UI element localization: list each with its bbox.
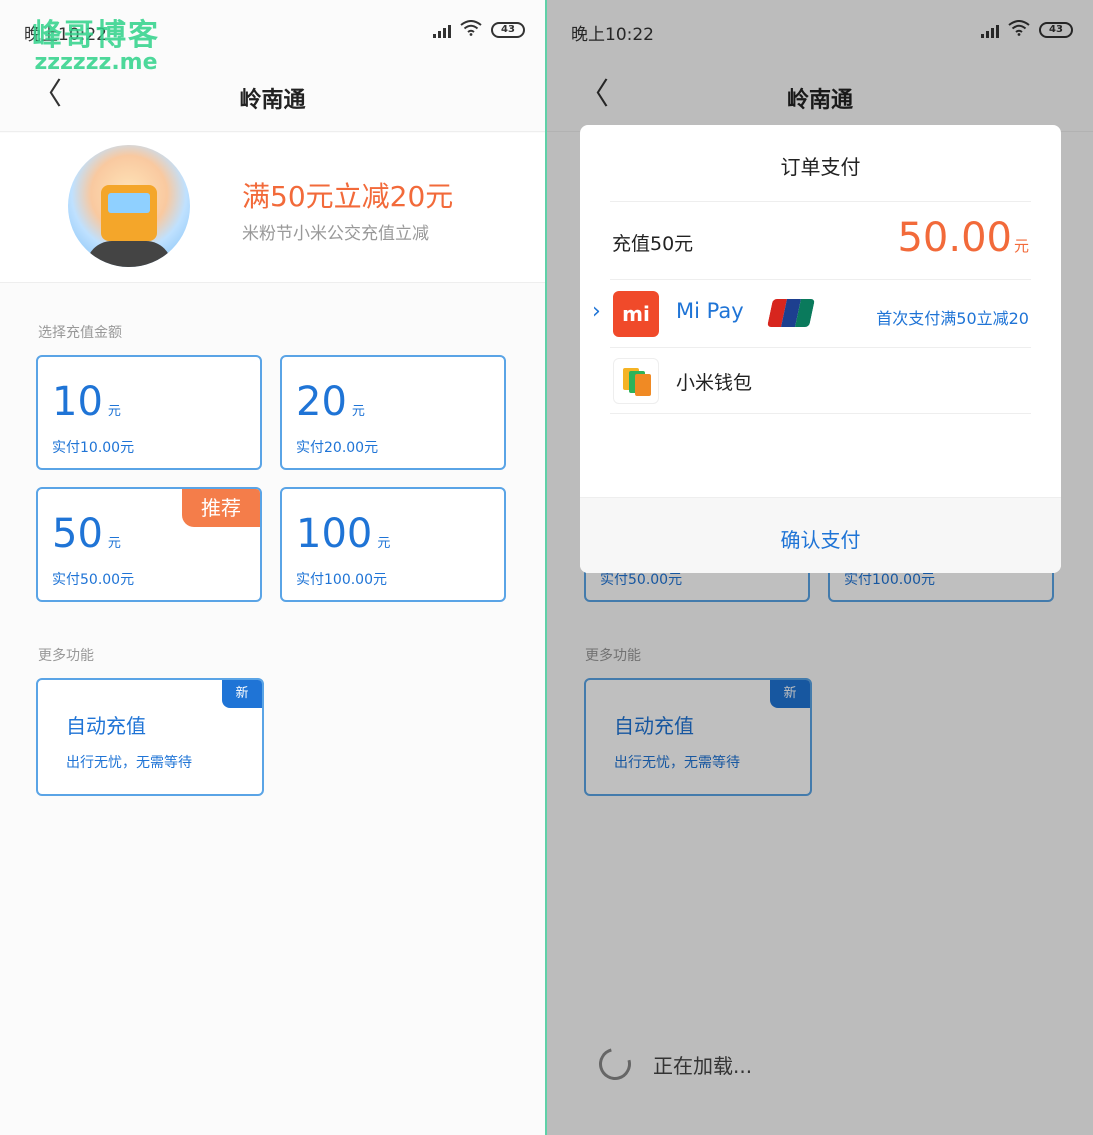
watermark-text: 峰哥博客: [32, 18, 160, 53]
charge-amount: 50.00 元: [897, 215, 1029, 261]
amount-value: 50元: [52, 511, 121, 557]
payment-method-wallet[interactable]: 小米钱包: [580, 348, 1061, 414]
new-badge: 新: [222, 680, 262, 708]
status-icons: 43: [433, 20, 525, 40]
auto-recharge-card[interactable]: 新 自动充值 出行无忧，无需等待: [36, 678, 264, 796]
signal-icon: [433, 22, 451, 38]
bus-illustration: [68, 145, 190, 267]
road-shape: [86, 241, 172, 267]
wifi-icon: [460, 20, 482, 40]
payment-method-name: Mi Pay: [676, 299, 744, 323]
page-title: 岭南通: [239, 88, 306, 113]
banner-subtitle: 米粉节小米公交充值立减: [242, 224, 429, 244]
recommend-badge: 推荐: [182, 489, 260, 527]
confirm-pay-button[interactable]: 确认支付: [580, 524, 1061, 553]
dialog-title: 订单支付: [780, 155, 861, 179]
selected-chevron-icon: ›: [592, 299, 601, 324]
loading-text: 正在加载...: [653, 1053, 753, 1078]
amount-value: 20 元: [296, 379, 365, 425]
payment-promo: 首次支付满50立减20: [876, 309, 1029, 328]
auto-recharge-subtitle: 出行无忧，无需等待: [66, 755, 192, 771]
watermark-url: zzzzzz.me: [34, 50, 158, 75]
amount-value: 100元: [296, 511, 391, 557]
banner-title: 满50元立减20元: [242, 180, 454, 213]
watermark: 峰哥博客 zzzzzz.me: [32, 10, 160, 75]
amount-card-20[interactable]: 20 元 实付20.00元: [280, 355, 506, 470]
spinner-icon: [593, 1042, 637, 1086]
charge-item-label: 充值50元: [612, 233, 694, 255]
amount-value: 10 元: [52, 379, 121, 425]
divider: [610, 201, 1031, 202]
loading-indicator: 正在加载...: [593, 1042, 753, 1086]
mi-logo-icon: mi: [613, 291, 659, 337]
bus-icon: [101, 185, 157, 241]
amount-pay: 实付10.00元: [52, 440, 135, 456]
unionpay-icon: [767, 299, 815, 327]
right-screen: 晚上10:22 43 〈 岭南通 50元 实付50.00元 100元 实付100…: [547, 0, 1093, 1135]
amount-card-10[interactable]: 10 元 实付10.00元: [36, 355, 262, 470]
left-screen: 峰哥博客 zzzzzz.me 晚上10:22 43 〈 岭南通 满50元立减20…: [0, 0, 545, 1135]
amount-section-label: 选择充值金额: [38, 325, 122, 341]
confirm-bar: 确认支付: [580, 497, 1061, 573]
payment-method-mipay[interactable]: › mi Mi Pay 首次支付满50立减20: [580, 281, 1061, 347]
payment-dialog: 订单支付 充值50元 50.00 元 › mi Mi Pay 首次支付满50立减2…: [580, 125, 1061, 573]
auto-recharge-title: 自动充值: [66, 714, 146, 738]
battery-icon: 43: [491, 22, 525, 38]
amount-pay: 实付20.00元: [296, 440, 379, 456]
payment-method-name: 小米钱包: [676, 372, 753, 394]
divider: [610, 279, 1031, 280]
amount-card-50[interactable]: 推荐 50 元 实付50.00元: [36, 487, 262, 602]
amount-card-100[interactable]: 100元 实付100.00元: [280, 487, 506, 602]
wallet-icon: [613, 358, 659, 404]
promo-banner[interactable]: 满50元立减20元 米粉节小米公交充值立减: [0, 133, 545, 283]
divider: [610, 413, 1031, 414]
more-section-label: 更多功能: [38, 648, 94, 664]
amount-pay: 实付100.00元: [296, 572, 387, 588]
amount-pay: 实付50.00元: [52, 572, 135, 588]
